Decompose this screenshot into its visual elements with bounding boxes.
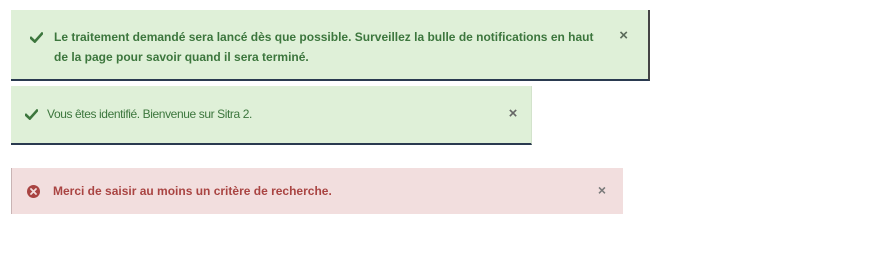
error-alert-search: Merci de saisir au moins un critère de r…	[11, 168, 623, 214]
alert-message: Merci de saisir au moins un critère de r…	[53, 184, 332, 198]
close-button[interactable]: ×	[619, 28, 628, 43]
close-button[interactable]: ×	[509, 106, 518, 121]
alert-message: Vous êtes identifié. Bienvenue sur Sitra…	[47, 107, 252, 121]
check-icon	[28, 27, 44, 47]
success-alert-identified: Vous êtes identifié. Bienvenue sur Sitra…	[11, 86, 532, 145]
close-button[interactable]: ×	[598, 183, 606, 197]
check-icon	[23, 106, 39, 123]
success-alert-processing: Le traitement demandé sera lancé dès que…	[11, 10, 650, 81]
error-circle-icon	[26, 182, 40, 200]
alert-message: Le traitement demandé sera lancé dès que…	[54, 30, 594, 64]
